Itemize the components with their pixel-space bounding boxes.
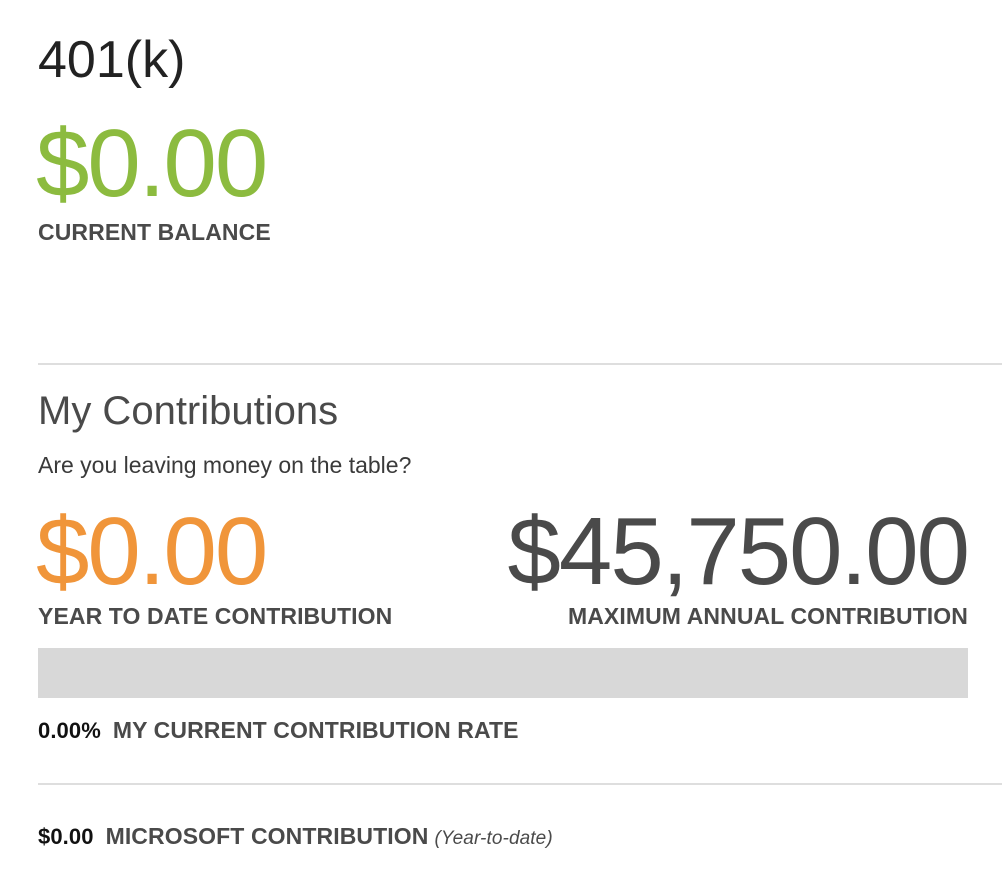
contribution-rate-row: 0.00% MY CURRENT CONTRIBUTION RATE xyxy=(38,716,519,745)
page-title: 401(k) xyxy=(38,31,186,89)
max-annual-contribution-amount: $45,750.00 xyxy=(507,498,970,605)
contributions-heading: My Contributions xyxy=(38,389,339,433)
employer-contribution-row: $0.00 MICROSOFT CONTRIBUTION (Year-to-date… xyxy=(38,822,553,853)
section-divider xyxy=(38,783,1002,785)
contribution-rate-label: MY CURRENT CONTRIBUTION RATE xyxy=(112,717,519,743)
current-balance-label: CURRENT BALANCE xyxy=(38,219,271,245)
contributions-subtitle: Are you leaving money on the table? xyxy=(38,452,412,478)
section-divider xyxy=(38,363,1002,365)
employer-contribution-amount: $0.00 xyxy=(38,824,94,849)
ytd-contribution-amount: $0.00 xyxy=(36,498,268,605)
max-annual-contribution-label: MAXIMUM ANNUAL CONTRIBUTION xyxy=(567,603,968,629)
employer-contribution-note: (Year-to-date) xyxy=(434,828,553,849)
current-balance-amount: $0.00 xyxy=(36,110,268,217)
ytd-contribution-label: YEAR TO DATE CONTRIBUTION xyxy=(38,603,393,629)
contribution-progress-bar xyxy=(38,648,968,698)
contribution-rate-value: 0.00% xyxy=(38,718,101,743)
employer-contribution-label: MICROSOFT CONTRIBUTION xyxy=(105,823,429,849)
